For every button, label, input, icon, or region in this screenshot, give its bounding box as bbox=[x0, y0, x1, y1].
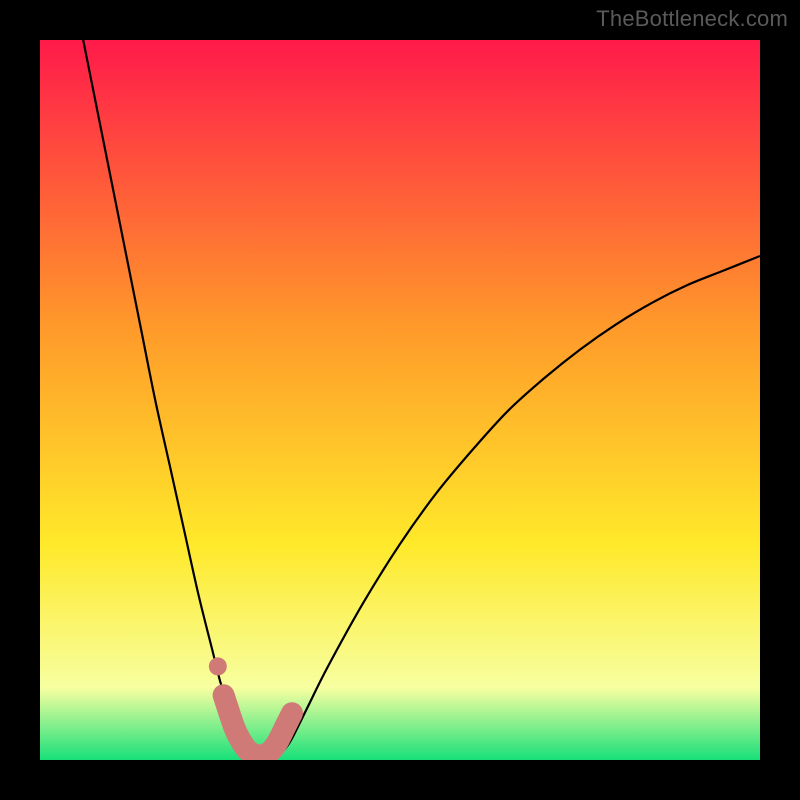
gradient-background bbox=[40, 40, 760, 760]
plot-area bbox=[40, 40, 760, 760]
watermark-text: TheBottleneck.com bbox=[596, 6, 788, 32]
chart-frame: TheBottleneck.com bbox=[0, 0, 800, 800]
chart-svg bbox=[40, 40, 760, 760]
highlight-dot bbox=[209, 657, 227, 675]
